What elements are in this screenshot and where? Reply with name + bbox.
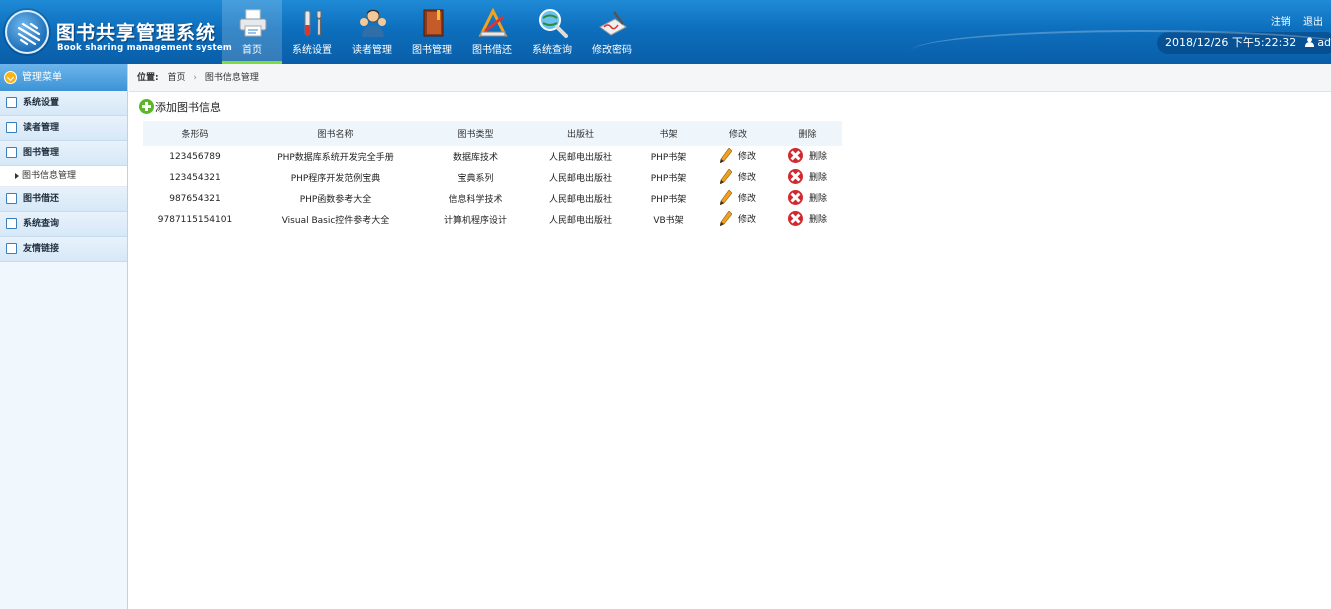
- delete-icon: [787, 168, 803, 184]
- column-header: 修改: [703, 121, 773, 146]
- sidebar: 管理菜单 系统设置 读者管理 图书管理 图书信息管理 图书借还 系统查询 友情链…: [0, 64, 128, 609]
- sidebar-item-borrow-return[interactable]: 图书借还: [0, 187, 127, 212]
- delete-icon: [787, 189, 803, 205]
- system-subtitle: Book sharing management system: [57, 43, 233, 53]
- delete-button[interactable]: 删除: [787, 189, 827, 205]
- top-header: 图书共享管理系统 Book sharing management system …: [0, 0, 1331, 64]
- cell-type: 信息科学技术: [448, 195, 503, 205]
- pencil-icon: [719, 147, 732, 163]
- edit-icon: [6, 218, 17, 229]
- delete-button[interactable]: 删除: [787, 210, 827, 226]
- table-row: 123456789 PHP数据库系统开发完全手册 数据库技术 人民邮电出版社 P…: [143, 146, 842, 167]
- cell-title: PHP程序开发范例宝典: [290, 174, 381, 184]
- sidebar-item-reader-management[interactable]: 读者管理: [0, 116, 127, 141]
- cell-publisher: 人民邮电出版社: [548, 174, 612, 184]
- nav-change-password[interactable]: 修改密码: [582, 0, 642, 64]
- cell-publisher: 人民邮电出版社: [548, 216, 612, 226]
- edit-button[interactable]: 修改: [719, 147, 756, 163]
- cell-title: PHP函数参考大全: [299, 195, 372, 205]
- column-header: 出版社: [527, 121, 634, 146]
- column-header: 图书类型: [424, 121, 527, 146]
- printer-icon: [239, 9, 267, 37]
- column-header: 书架: [634, 121, 703, 146]
- breadcrumb-home[interactable]: 首页: [167, 73, 185, 83]
- cell-type: 数据库技术: [452, 153, 498, 163]
- signature-icon: [599, 11, 627, 36]
- cell-publisher: 人民邮电出版社: [548, 195, 612, 205]
- datetime: 2018/12/26 下午5:22:32: [1165, 36, 1297, 49]
- top-nav: 首页 系统设置 读者管理 图书管理 图书借还 系统查询 修改密码: [222, 0, 642, 64]
- top-links: 注销 退出: [1262, 13, 1323, 28]
- username[interactable]: admin: [1317, 36, 1331, 49]
- chat-icon: [6, 122, 17, 133]
- book-icon: [423, 9, 444, 37]
- column-header: 图书名称: [247, 121, 424, 146]
- sidebar-item-system-query[interactable]: 系统查询: [0, 212, 127, 237]
- breadcrumb-separator: ›: [193, 73, 197, 83]
- column-header: 条形码: [143, 121, 247, 146]
- breadcrumb-prefix: 位置:: [137, 73, 159, 83]
- nav-book-management[interactable]: 图书管理: [402, 0, 462, 64]
- pencil-icon: [719, 189, 732, 205]
- delete-button[interactable]: 删除: [787, 147, 827, 163]
- book-table: 条形码 图书名称 图书类型 出版社 书架 修改 删除 123456789 PHP…: [143, 121, 842, 230]
- column-header: 删除: [773, 121, 842, 146]
- cell-shelf: PHP书架: [650, 153, 687, 163]
- users-icon: [360, 9, 386, 37]
- nav-reader-management[interactable]: 读者管理: [342, 0, 402, 64]
- list-icon: [6, 97, 17, 108]
- table-row: 9787115154101 Visual Basic控件参考大全 计算机程序设计…: [143, 209, 842, 230]
- cell-title: PHP数据库系统开发完全手册: [277, 153, 394, 163]
- cell-barcode: 123456789: [169, 151, 221, 162]
- plus-icon: [139, 99, 154, 114]
- nav-system-settings[interactable]: 系统设置: [282, 0, 342, 64]
- logo-icon: [5, 10, 49, 54]
- cell-barcode: 987654321: [169, 193, 221, 204]
- sidebar-item-system-settings[interactable]: 系统设置: [0, 91, 127, 116]
- cell-type: 宝典系列: [457, 174, 494, 184]
- tools-icon: [304, 10, 322, 36]
- nav-home[interactable]: 首页: [222, 0, 282, 64]
- nav-borrow-return[interactable]: 图书借还: [462, 0, 522, 64]
- system-title: 图书共享管理系统: [56, 22, 217, 44]
- sidebar-item-book-management[interactable]: 图书管理: [0, 141, 127, 166]
- edit-button[interactable]: 修改: [719, 210, 756, 226]
- pencil-icon: [719, 210, 732, 226]
- chevron-down-icon: [4, 71, 17, 84]
- table-row: 123454321 PHP程序开发范例宝典 宝典系列 人民邮电出版社 PHP书架…: [143, 167, 842, 188]
- edit-button[interactable]: 修改: [719, 189, 756, 205]
- sidebar-subitem-book-info[interactable]: 图书信息管理: [0, 166, 127, 187]
- cell-shelf: VB书架: [653, 216, 684, 226]
- cell-title: Visual Basic控件参考大全: [281, 216, 390, 226]
- sidebar-item-links[interactable]: 友情链接: [0, 237, 127, 262]
- pencil-icon: [719, 168, 732, 184]
- edit-button[interactable]: 修改: [719, 168, 756, 184]
- logout-link[interactable]: 注销: [1271, 17, 1291, 28]
- cell-type: 计算机程序设计: [443, 216, 507, 226]
- exit-link[interactable]: 退出: [1303, 17, 1323, 28]
- drafting-icon: [478, 7, 508, 37]
- delete-icon: [787, 210, 803, 226]
- calendar-icon: [6, 193, 17, 204]
- cell-shelf: PHP书架: [650, 174, 687, 184]
- user-status: 2018/12/26 下午5:22:32 admin: [1157, 32, 1331, 54]
- breadcrumb-current: 图书信息管理: [204, 73, 259, 83]
- table-header-row: 条形码 图书名称 图书类型 出版社 书架 修改 删除: [143, 121, 842, 146]
- delete-icon: [787, 147, 803, 163]
- cell-barcode: 123454321: [169, 172, 221, 183]
- cell-shelf: PHP书架: [650, 195, 687, 205]
- cell-barcode: 9787115154101: [157, 214, 233, 225]
- delete-button[interactable]: 删除: [787, 168, 827, 184]
- calendar-icon: [6, 243, 17, 254]
- cell-publisher: 人民邮电出版社: [548, 153, 612, 163]
- sidebar-heading: 管理菜单: [0, 64, 127, 91]
- edit-icon: [6, 147, 17, 158]
- add-book-button[interactable]: 添加图书信息: [139, 99, 221, 115]
- nav-system-query[interactable]: 系统查询: [522, 0, 582, 64]
- breadcrumb: 位置: 首页 › 图书信息管理: [129, 64, 1331, 92]
- table-row: 987654321 PHP函数参考大全 信息科学技术 人民邮电出版社 PHP书架…: [143, 188, 842, 209]
- user-icon: [1304, 37, 1314, 47]
- search-globe-icon: [539, 9, 568, 38]
